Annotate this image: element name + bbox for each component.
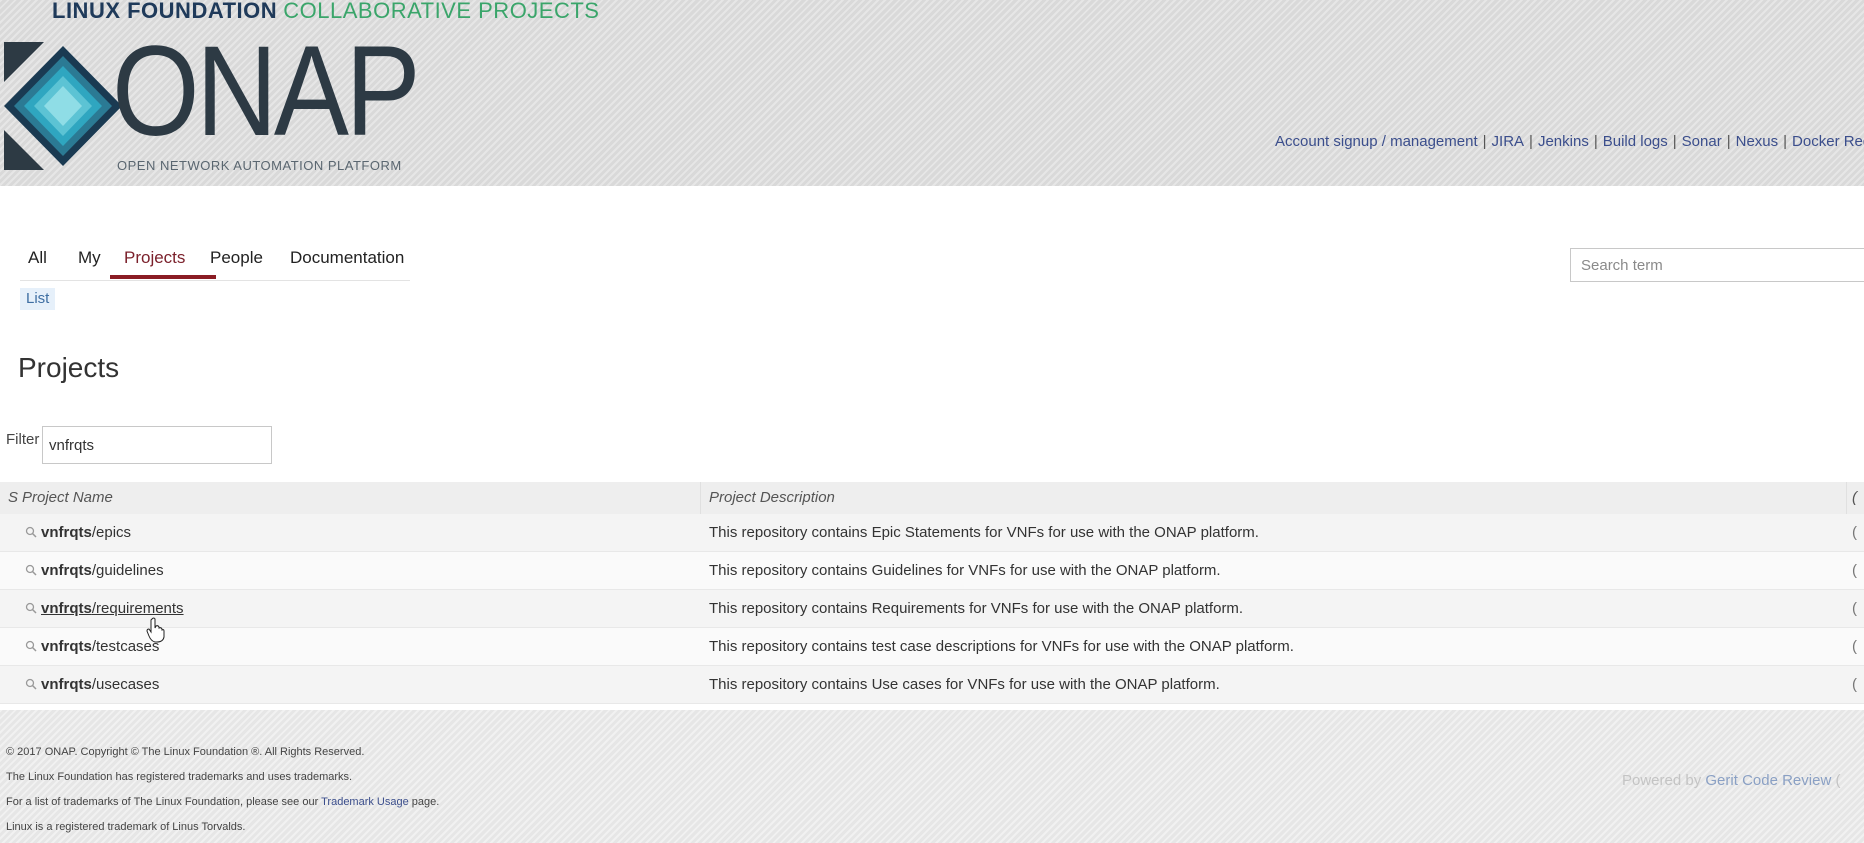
- header-project-name[interactable]: Project Name: [22, 482, 113, 514]
- link-separator: |: [1672, 133, 1677, 150]
- footer-trademark-list: For a list of trademarks of The Linux Fo…: [6, 796, 439, 808]
- project-description: This repository contains test case descr…: [709, 638, 1294, 655]
- link-jenkins[interactable]: Jenkins: [1538, 133, 1589, 150]
- table-row: vnfrqts/requirements This repository con…: [0, 590, 1864, 628]
- filter-label: Filter: [6, 431, 40, 448]
- project-description: This repository contains Requirements fo…: [709, 600, 1244, 617]
- project-name-link[interactable]: vnfrqts/usecases: [41, 666, 159, 703]
- subnav-list[interactable]: List: [20, 288, 56, 310]
- powered-prefix: Powered by: [1622, 772, 1706, 789]
- browse-icon[interactable]: [24, 666, 38, 703]
- tab-people[interactable]: People: [210, 248, 263, 268]
- gerrit-link[interactable]: Gerit Code Review: [1705, 772, 1831, 789]
- onap-logo-icon: [4, 42, 122, 170]
- site-header: LINUX FOUNDATION COLLABORATIVE PROJECTS …: [0, 0, 1864, 186]
- link-separator: |: [1482, 133, 1487, 150]
- project-extra: (: [1852, 524, 1857, 541]
- project-name-link[interactable]: vnfrqts/epics: [41, 514, 131, 551]
- project-suffix: /requirements: [91, 600, 184, 617]
- project-description: This repository contains Guidelines for …: [709, 562, 1221, 579]
- table-body: vnfrqts/epics This repository contains E…: [0, 514, 1864, 704]
- site-footer: © 2017 ONAP. Copyright © The Linux Found…: [0, 710, 1864, 843]
- table-header: S Project Name Project Description (: [0, 482, 1864, 514]
- project-suffix: /guidelines: [91, 562, 164, 579]
- link-separator: |: [1726, 133, 1731, 150]
- project-name-link[interactable]: vnfrqts/testcases: [41, 628, 159, 665]
- browse-icon[interactable]: [24, 514, 38, 551]
- tab-projects[interactable]: Projects: [124, 248, 185, 268]
- banner-strong-text: LINUX FOUNDATION: [52, 0, 278, 22]
- projects-table: S Project Name Project Description ( vnf…: [0, 482, 1864, 704]
- project-suffix: /usecases: [91, 676, 160, 693]
- tab-documentation[interactable]: Documentation: [290, 248, 404, 268]
- project-prefix: vnfrqts: [41, 676, 92, 693]
- project-description: This repository contains Epic Statements…: [709, 524, 1259, 541]
- link-separator: |: [1529, 133, 1533, 150]
- header-state: S: [8, 489, 19, 506]
- link-sonar[interactable]: Sonar: [1682, 133, 1722, 150]
- tab-my[interactable]: My: [78, 248, 101, 268]
- project-extra: (: [1852, 638, 1857, 655]
- project-description: This repository contains Use cases for V…: [709, 676, 1220, 693]
- logo-subtitle: OPEN NETWORK AUTOMATION PLATFORM: [117, 158, 402, 173]
- header-project-description: Project Description: [709, 489, 835, 506]
- filter-input[interactable]: [42, 426, 272, 464]
- link-separator: |: [1593, 133, 1598, 150]
- banner-light-text: COLLABORATIVE PROJECTS: [283, 0, 600, 22]
- link-separator: |: [1783, 133, 1788, 150]
- page-title: Projects: [18, 352, 120, 383]
- footer-linux-line: Linux is a registered trademark of Linus…: [6, 821, 246, 833]
- logo-wordmark: ONAP: [112, 20, 421, 163]
- project-prefix: vnfrqts: [41, 600, 92, 617]
- project-name-link[interactable]: vnfrqts/guidelines: [41, 552, 164, 589]
- table-row: vnfrqts/epics This repository contains E…: [0, 514, 1864, 552]
- powered-by: Powered by Gerit Code Review (: [1622, 772, 1840, 789]
- header-extra: (: [1852, 489, 1857, 506]
- powered-suffix: (: [1831, 772, 1841, 789]
- active-tab-underline: [110, 275, 216, 279]
- project-extra: (: [1852, 600, 1857, 617]
- column-divider: [700, 482, 701, 514]
- tab-all[interactable]: All: [28, 248, 47, 268]
- footer-trademark-line: The Linux Foundation has registered trad…: [6, 771, 353, 783]
- browse-icon[interactable]: [24, 628, 38, 665]
- table-row: vnfrqts/testcases This repository contai…: [0, 628, 1864, 666]
- footer-trademark-prefix: For a list of trademarks of The Linux Fo…: [6, 796, 322, 808]
- project-prefix: vnfrqts: [41, 562, 92, 579]
- link-build-logs[interactable]: Build logs: [1603, 133, 1668, 150]
- link-account[interactable]: Account signup / management: [1275, 133, 1478, 150]
- link-jira[interactable]: JIRA: [1492, 133, 1525, 150]
- column-divider: [1846, 482, 1847, 514]
- footer-copyright: © 2017 ONAP. Copyright © The Linux Found…: [6, 746, 365, 758]
- project-suffix: /epics: [91, 524, 132, 541]
- project-extra: (: [1852, 562, 1857, 579]
- project-extra: (: [1852, 676, 1857, 693]
- table-row: vnfrqts/usecases This repository contain…: [0, 666, 1864, 704]
- top-links: Account signup / management | JIRA | Jenkins…: [1275, 133, 1864, 157]
- browse-icon[interactable]: [24, 590, 38, 627]
- linux-foundation-banner: LINUX FOUNDATION COLLABORATIVE PROJECTS: [52, 0, 599, 22]
- link-docker-registry[interactable]: Docker Regis: [1792, 133, 1864, 150]
- table-row: vnfrqts/guidelines This repository conta…: [0, 552, 1864, 590]
- link-nexus[interactable]: Nexus: [1736, 133, 1779, 150]
- footer-trademark-suffix: page.: [408, 796, 440, 808]
- nav-divider: [20, 280, 410, 281]
- project-prefix: vnfrqts: [41, 524, 92, 541]
- hand-cursor-icon: [146, 617, 165, 643]
- trademark-usage-link[interactable]: Trademark Usage: [321, 796, 409, 808]
- browse-icon[interactable]: [24, 552, 38, 589]
- search-input[interactable]: [1570, 248, 1864, 282]
- project-prefix: vnfrqts: [41, 638, 92, 655]
